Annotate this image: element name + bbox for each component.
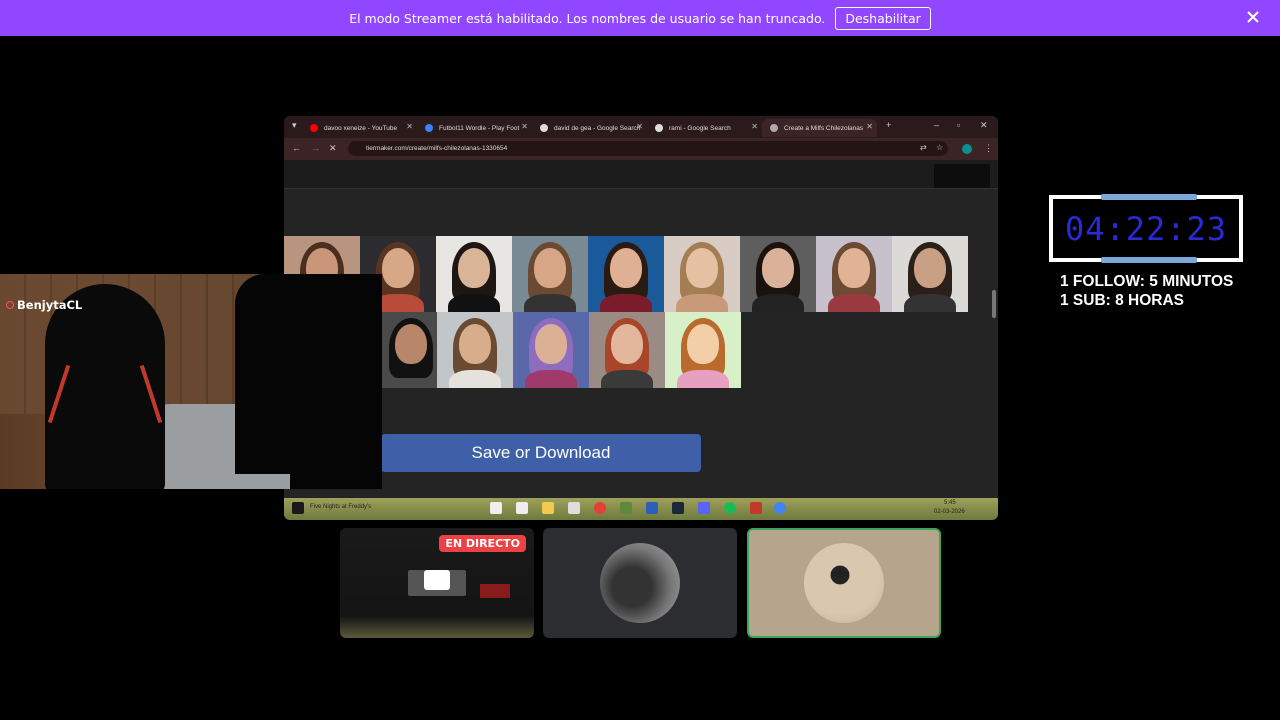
clock-time: 5:45 [944, 500, 956, 506]
clock-date: 02-03-2026 [934, 509, 965, 515]
image-row [381, 312, 741, 388]
save-or-download-button[interactable]: Save or Download [381, 434, 701, 472]
browser-tab-active[interactable]: Create a Milfs Chilezolanas ✕ [762, 119, 877, 137]
browser-tab-bar: ▾ davoo xeneize - YouTube ✕ Futbol11 Wor… [284, 116, 998, 138]
tier-image[interactable] [892, 236, 968, 312]
avatar [600, 543, 680, 623]
steam-icon[interactable] [672, 502, 684, 514]
streamer-name-label: BenjytaCL [6, 298, 82, 312]
maximize-icon[interactable]: ▫ [957, 120, 960, 130]
chrome-icon[interactable] [594, 502, 606, 514]
tier-image[interactable] [740, 236, 816, 312]
tier-image[interactable] [665, 312, 741, 388]
translate-icon[interactable]: ⇄ [920, 143, 927, 152]
streamer-mode-banner: El modo Streamer está habilitado. Los no… [0, 0, 1280, 36]
page-header [284, 160, 998, 189]
tab-label: rami - Google Search [669, 124, 731, 132]
timer-bar-top [1101, 194, 1197, 200]
tier-image[interactable] [512, 236, 588, 312]
app-icon[interactable] [750, 502, 762, 514]
menu-dots-icon[interactable]: ⋮ [984, 143, 993, 154]
screen-share[interactable]: ▾ davoo xeneize - YouTube ✕ Futbol11 Wor… [284, 116, 998, 520]
streamer-username: BenjytaCL [17, 298, 83, 312]
file-icon[interactable] [516, 502, 528, 514]
browser-tab[interactable]: david de gea - Google Search ✕ [532, 119, 647, 137]
taskbar-search-text[interactable]: Five Nights at Freddy's [310, 504, 371, 510]
close-tab-icon[interactable]: ✕ [866, 122, 873, 131]
tier-image[interactable] [381, 312, 437, 388]
windows-start-icon[interactable] [292, 502, 304, 514]
sub-rule: 1 SUB: 8 HORAS [1060, 292, 1185, 309]
address-bar[interactable]: tiermaker.com/create/milfs-chilezolanas-… [348, 141, 948, 156]
tab-label: david de gea - Google Search [554, 124, 641, 132]
file-icon[interactable] [490, 502, 502, 514]
back-icon[interactable]: ← [292, 143, 301, 153]
subathon-timer: 04:22:23 [1049, 194, 1243, 263]
participant-tile-streaming[interactable]: EN DIRECTO [340, 528, 534, 638]
discord-icon[interactable] [698, 502, 710, 514]
tiermaker-page: Save or Download [284, 160, 998, 498]
calendar-icon[interactable] [568, 502, 580, 514]
browser-toolbar: ← → ✕ tiermaker.com/create/milfs-chilezo… [284, 138, 998, 160]
window-close-icon[interactable]: ✕ [980, 120, 988, 131]
tier-image[interactable] [588, 236, 664, 312]
close-tab-icon[interactable]: ✕ [751, 122, 758, 131]
profile-avatar[interactable] [962, 144, 972, 154]
screen-share-icon [424, 570, 450, 590]
follow-rule: 1 FOLLOW: 5 MINUTOS [1060, 273, 1234, 290]
close-tab-icon[interactable]: ✕ [521, 122, 528, 131]
timer-digits: 04:22:23 [1064, 209, 1228, 248]
close-tab-icon[interactable]: ✕ [636, 122, 643, 131]
participant-tile-speaking[interactable] [747, 528, 941, 638]
close-icon[interactable] [1244, 8, 1262, 26]
participant-tile[interactable] [543, 528, 737, 638]
live-dot-icon [6, 301, 14, 309]
tiermaker-icon [770, 124, 778, 132]
tier-image[interactable] [816, 236, 892, 312]
header-block [934, 164, 990, 188]
google-icon [540, 124, 548, 132]
avatar [804, 543, 884, 623]
youtube-icon [310, 124, 318, 132]
google-icon [655, 124, 663, 132]
new-tab-icon[interactable]: + [886, 120, 891, 130]
close-tab-icon[interactable]: ✕ [406, 122, 413, 131]
browser-tab[interactable]: rami - Google Search ✕ [647, 119, 762, 137]
disable-streamer-mode-button[interactable]: Deshabilitar [835, 6, 931, 30]
forward-icon[interactable]: → [311, 143, 320, 153]
google-icon[interactable] [774, 502, 786, 514]
timer-rules: 1 FOLLOW: 5 MINUTOS 1 SUB: 8 HORAS [1060, 272, 1233, 310]
stop-icon[interactable]: ✕ [329, 143, 337, 154]
timer-bar-bottom [1101, 257, 1197, 263]
dark-area [290, 274, 382, 489]
streamer-mode-message: El modo Streamer está habilitado. Los no… [349, 10, 826, 26]
image-row [284, 236, 968, 312]
browser-tab[interactable]: Futbol11 Wordle - Play Foot ✕ [417, 119, 532, 137]
tier-image[interactable] [437, 312, 513, 388]
stream-preview-block [480, 584, 510, 598]
bookmark-star-icon[interactable]: ☆ [936, 143, 943, 152]
tier-image[interactable] [513, 312, 589, 388]
gaming-chair [45, 284, 165, 489]
tab-search-icon[interactable]: ▾ [292, 120, 297, 131]
tab-label: davoo xeneize - YouTube [324, 124, 398, 132]
app-icon[interactable] [646, 502, 658, 514]
minecraft-icon[interactable] [620, 502, 632, 514]
folder-icon[interactable] [542, 502, 554, 514]
tab-label: Create a Milfs Chilezolanas [784, 124, 864, 132]
windows-taskbar: Five Nights at Freddy's 5:45 02-03-2026 [284, 498, 998, 520]
spotify-icon[interactable] [724, 502, 736, 514]
tier-image[interactable] [589, 312, 665, 388]
tier-image[interactable] [436, 236, 512, 312]
futbol-icon [425, 124, 433, 132]
tab-label: Futbol11 Wordle - Play Foot [439, 124, 520, 132]
tier-image[interactable] [664, 236, 740, 312]
live-badge: EN DIRECTO [439, 535, 526, 552]
browser-tab[interactable]: davoo xeneize - YouTube ✕ [302, 119, 417, 137]
webcam-feed[interactable]: BenjytaCL [0, 274, 382, 489]
minimize-icon[interactable]: – [934, 120, 939, 130]
page-scrollbar[interactable] [992, 290, 996, 318]
